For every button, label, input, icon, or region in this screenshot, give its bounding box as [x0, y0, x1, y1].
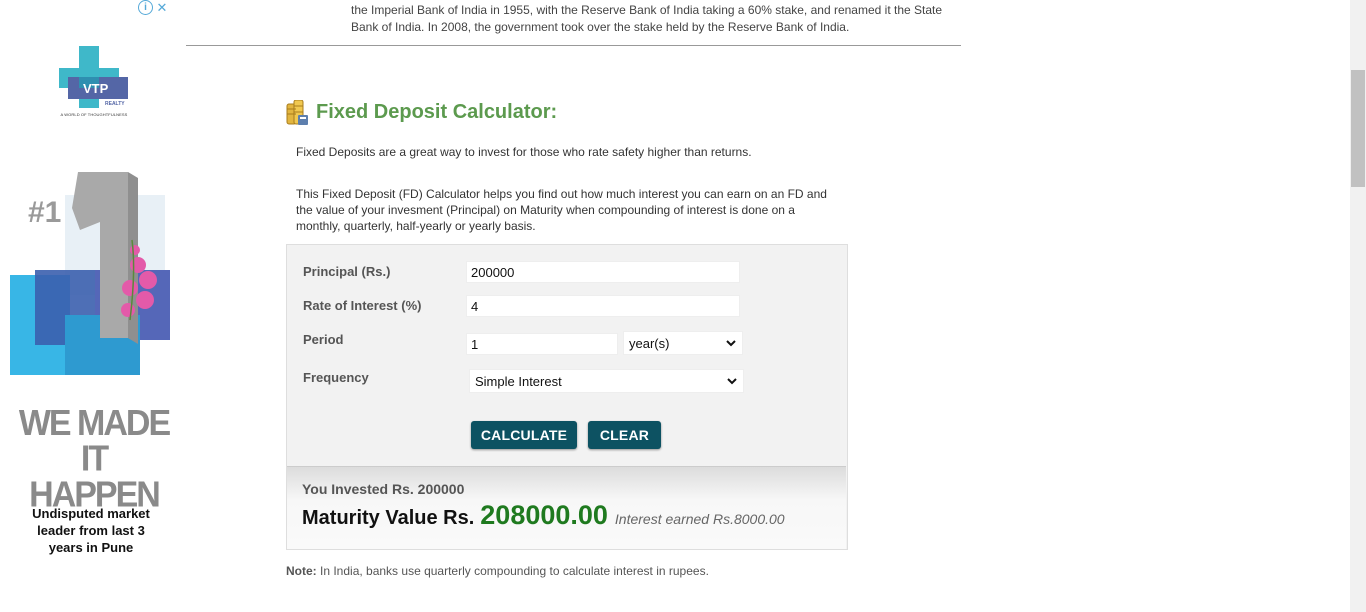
ad-headline: WE MADE IT HAPPEN	[18, 403, 171, 515]
divider	[186, 45, 961, 46]
period-unit-value: year(s)	[629, 335, 670, 351]
frequency-label: Frequency	[303, 370, 369, 385]
svg-text:#1: #1	[28, 196, 61, 229]
vtp-tagline: A WORLD OF THOUGHTFULNESS	[60, 112, 128, 117]
principal-label: Principal (Rs.)	[303, 264, 391, 279]
scrollbar-thumb[interactable]	[1351, 70, 1365, 187]
ad-number-one-artwork: #1	[10, 160, 172, 375]
rate-label: Rate of Interest (%)	[303, 298, 422, 313]
svg-text:VTP: VTP	[83, 81, 109, 96]
note: Note: In India, banks use quarterly comp…	[286, 564, 709, 578]
note-label: Note:	[286, 564, 317, 578]
description-text: This Fixed Deposit (FD) Calculator helps…	[296, 187, 827, 233]
frequency-select[interactable]: Simple Interest	[469, 369, 744, 393]
note-text: In India, banks use quarterly compoundin…	[316, 564, 709, 578]
frequency-value: Simple Interest	[475, 373, 562, 389]
chevron-down-icon	[726, 340, 736, 347]
page-title: Fixed Deposit Calculator:	[316, 101, 558, 123]
principal-input[interactable]: 200000	[466, 261, 740, 283]
invested-amount: You Invested Rs. 200000	[302, 481, 465, 497]
period-unit-select[interactable]: year(s)	[623, 331, 743, 355]
close-icon[interactable]: ✕	[155, 0, 169, 15]
intro-paragraph: the Imperial Bank of India in 1955, with…	[351, 3, 943, 34]
ad-choices[interactable]: i ✕	[138, 0, 172, 15]
maturity-row: Maturity Value Rs. 208000.00 Interest ea…	[302, 500, 785, 531]
maturity-label: Maturity Value Rs.	[302, 507, 475, 529]
interest-earned: Interest earned Rs.8000.00	[614, 511, 785, 527]
vtp-logo: VTP REALTY	[59, 46, 128, 108]
clear-button[interactable]: CLEAR	[588, 421, 661, 449]
advertisement[interactable]: i ✕ VTP REALTY A WORLD OF THOUGHTFULNESS…	[0, 0, 185, 612]
svg-text:REALTY: REALTY	[105, 101, 125, 107]
description-text: Fixed Deposits are a great way to invest…	[296, 145, 752, 159]
period-input[interactable]: 1	[466, 333, 618, 355]
rate-input[interactable]: 4	[466, 295, 740, 317]
coins-icon	[286, 100, 308, 125]
maturity-value: 208000.00	[480, 500, 608, 530]
chevron-down-icon	[727, 378, 737, 385]
ad-subtext: Undisputed market leader from last 3 yea…	[32, 506, 150, 555]
info-icon[interactable]: i	[138, 0, 153, 15]
calculate-button[interactable]: CALCULATE	[471, 421, 577, 449]
period-label: Period	[303, 332, 344, 347]
